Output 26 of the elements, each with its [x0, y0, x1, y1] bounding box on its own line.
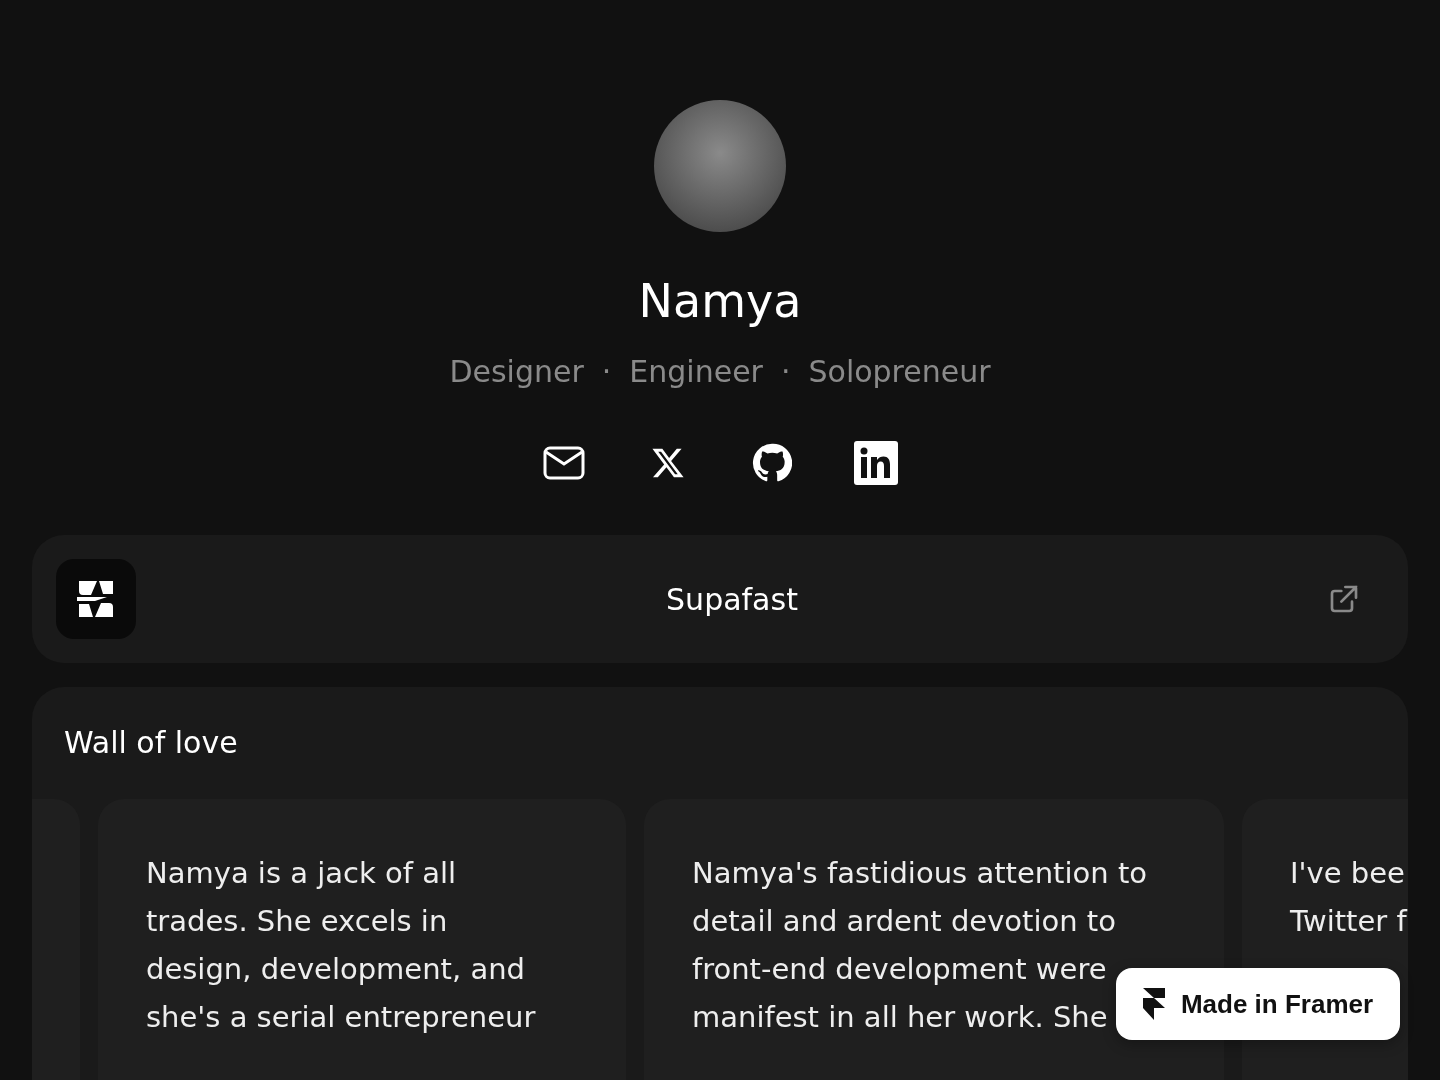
- linkedin-logo-icon: [854, 441, 898, 485]
- separator-dot: ·: [780, 354, 791, 389]
- social-link[interactable]: [854, 441, 898, 485]
- quote-text: trades. She excels in: [146, 903, 448, 940]
- profile-name: Namya: [638, 273, 802, 330]
- quote-text: detail and ardent devotion to: [692, 903, 1116, 940]
- section-title: Wall of love: [63, 724, 239, 762]
- external-link-icon: [1328, 583, 1360, 615]
- quote-text: Namya's fastidious attention to: [692, 855, 1147, 892]
- mail-icon: [543, 446, 585, 480]
- project-link-card[interactable]: Supafast: [32, 535, 1408, 663]
- quote-text: front-end development were: [692, 951, 1107, 988]
- role-label: Engineer: [629, 354, 763, 389]
- role-label: Solopreneur: [808, 354, 991, 389]
- separator-dot: ·: [601, 354, 612, 389]
- made-in-framer-badge[interactable]: Made in Framer: [1116, 968, 1400, 1040]
- quote-text: she's a serial entrepreneur: [146, 999, 536, 1036]
- quote-text: Twitter f: [1290, 903, 1407, 940]
- quote-text: I've bee: [1290, 855, 1405, 892]
- github-logo-icon: [752, 443, 792, 483]
- quote-text: design, development, and: [146, 951, 525, 988]
- quote-text: Namya is a jack of all: [146, 855, 457, 892]
- quote-text: manifest in all her work. She: [692, 999, 1108, 1036]
- framer-logo-icon: [1142, 988, 1165, 1020]
- role-label: Designer: [449, 354, 584, 389]
- x-logo-icon: [651, 446, 685, 480]
